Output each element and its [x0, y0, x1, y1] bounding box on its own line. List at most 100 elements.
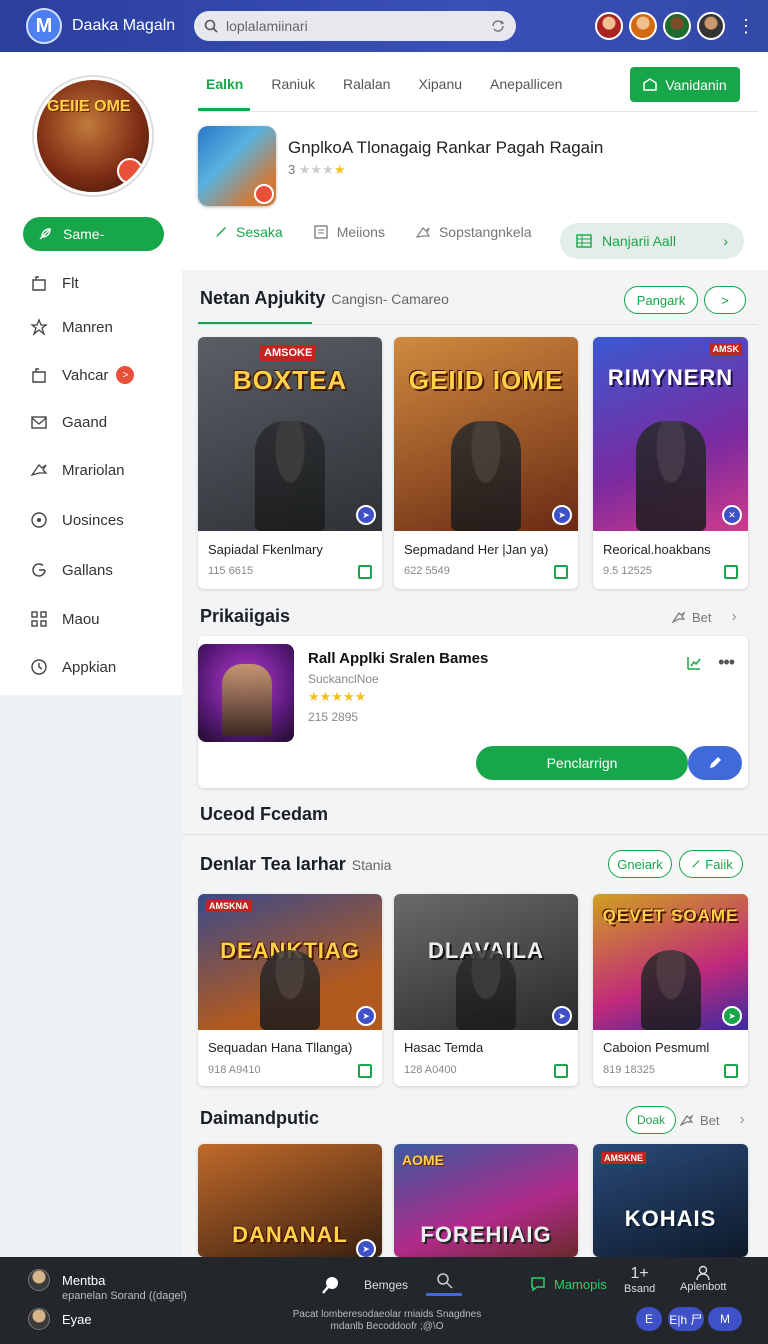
sidebar-item-gaand[interactable]: Gaand: [0, 407, 182, 437]
app-header: Ealkn Raniuk Ralalan Xipanu Anepallicen …: [182, 52, 768, 270]
refresh-icon[interactable]: [490, 19, 506, 33]
see-more-link[interactable]: Bet ›: [672, 608, 737, 626]
section-filter-button[interactable]: Doak: [626, 1106, 676, 1134]
primary-action-button[interactable]: Penclarrign: [476, 746, 688, 780]
search-icon[interactable]: [436, 1272, 454, 1295]
close-icon[interactable]: ✕: [722, 505, 742, 525]
game-title: Sapiadal Fkenlmary: [208, 542, 323, 557]
divider: [182, 834, 768, 835]
install-button[interactable]: Vanidanin: [630, 67, 740, 102]
tab-ralalan[interactable]: Ralalan: [343, 76, 390, 92]
game-card[interactable]: AMSOKE BOXTEA ➤ Sapiadal Fkenlmary 115 6…: [198, 337, 382, 589]
user-subtitle: epanelan Sorand ((dagel): [62, 1290, 187, 1302]
subtab-sesaka[interactable]: Sesaka: [212, 224, 283, 240]
bag-icon: [32, 276, 46, 291]
top-bar: M Daaka Magaln loplalamiinari ⋮: [0, 0, 768, 52]
sidebar-item-vahcar[interactable]: Vahcar >: [0, 360, 182, 390]
stats-icon[interactable]: [686, 655, 702, 671]
profile-avatar[interactable]: GEIIE OME: [34, 77, 152, 195]
tab-xipanu[interactable]: Xipanu: [418, 76, 462, 92]
bookmark-icon[interactable]: [358, 1064, 372, 1078]
bookmark-icon[interactable]: [724, 1064, 738, 1078]
view-all-pill[interactable]: Nanjarii Aall ›: [560, 223, 744, 259]
game-stat: 918 A9410: [208, 1064, 261, 1076]
game-card[interactable]: QEVET SOAME ➤ Caboion Pesmuml 819 18325: [593, 894, 748, 1086]
nav-item-aplenbott[interactable]: Aplenbott: [680, 1265, 726, 1293]
bag-icon: [32, 368, 46, 383]
more-icon[interactable]: ⋮: [737, 16, 755, 37]
avatar[interactable]: [629, 12, 657, 40]
play-icon[interactable]: ➤: [356, 1239, 376, 1257]
game-card[interactable]: DLAVAILA ➤ Hasac Temda 128 A0400: [394, 894, 578, 1086]
user-row[interactable]: Eyae: [28, 1308, 92, 1330]
footer-button-c[interactable]: M: [708, 1307, 742, 1331]
sidebar-item-uosinces[interactable]: Uosinces: [0, 505, 182, 535]
nav-item-mamopis[interactable]: Mamopis: [530, 1276, 607, 1292]
game-card[interactable]: AOME FOREHIAIG: [394, 1144, 578, 1257]
bookmark-icon[interactable]: [358, 565, 372, 579]
edit-button[interactable]: [688, 746, 742, 780]
game-art-badge: AOME: [402, 1152, 444, 1168]
nav-item-bsand[interactable]: 1+ Bsand: [624, 1265, 655, 1295]
section-action-button[interactable]: Faiik: [679, 850, 743, 878]
section-filter-button[interactable]: Gneiark: [608, 850, 672, 878]
game-art-badge: AMSK: [709, 343, 742, 355]
featured-art: [198, 644, 294, 742]
app-logo[interactable]: M: [26, 8, 62, 44]
game-art-title: KOHAIS: [624, 1206, 717, 1231]
refresh-icon: [32, 563, 46, 577]
sidebar-item-mrariolan[interactable]: Mrariolan: [0, 455, 182, 485]
search-input[interactable]: loplalamiinari: [226, 18, 490, 34]
mail-icon: [31, 416, 47, 429]
sidebar-item-appkian[interactable]: Appkian: [0, 652, 182, 682]
avatar[interactable]: [697, 12, 725, 40]
footer-button-b[interactable]: E|h 尸: [668, 1307, 704, 1331]
nav-item-bemges[interactable]: Bemges: [320, 1274, 408, 1296]
soldier-figure: [635, 421, 706, 531]
play-icon[interactable]: ➤: [552, 505, 572, 525]
game-art-title: QEVET SOAME: [602, 906, 739, 925]
subtab-sopstangnkela[interactable]: Sopstangnkela: [415, 224, 532, 240]
bookmark-icon[interactable]: [554, 565, 568, 579]
sidebar-item-maou[interactable]: Maou: [0, 604, 182, 634]
game-card[interactable]: AMSK RIMYNERN ✕ Reorical.hoakbans 9.5 12…: [593, 337, 748, 589]
bookmark-icon[interactable]: [554, 1064, 568, 1078]
game-stat: 115 6615: [208, 565, 254, 577]
section-subtitle: Stania: [351, 857, 392, 873]
game-card[interactable]: AMSKNA DEANKTIAG ➤ Sequadan Hana Tllanga…: [198, 894, 382, 1086]
game-art-badge: AMSKNA: [206, 900, 252, 912]
game-art: DANANAL: [198, 1144, 382, 1257]
see-more-link[interactable]: Bet ›: [680, 1111, 745, 1129]
game-art: AOME FOREHIAIG: [394, 1144, 578, 1257]
game-card[interactable]: GEIID IOME ➤ Sepmadand Her |Jan ya) 622 …: [394, 337, 578, 589]
play-icon[interactable]: ➤: [722, 1006, 742, 1026]
play-icon[interactable]: ➤: [356, 505, 376, 525]
section-action-label: Faiik: [705, 856, 733, 872]
tab-ealkn[interactable]: Ealkn: [206, 76, 243, 92]
user-row[interactable]: Mentba: [28, 1269, 105, 1291]
sidebar-item-gallans[interactable]: Gallans: [0, 555, 182, 585]
game-card[interactable]: DANANAL ➤: [198, 1144, 382, 1257]
search-bar[interactable]: loplalamiinari: [194, 11, 516, 41]
more-icon[interactable]: •••: [718, 652, 735, 673]
sidebar-item-manren[interactable]: Manren: [0, 312, 182, 342]
tab-anepallicen[interactable]: Anepallicen: [490, 76, 562, 92]
play-icon[interactable]: ➤: [356, 1006, 376, 1026]
section-next-button[interactable]: >: [704, 286, 746, 314]
footer-button-a[interactable]: E: [636, 1307, 662, 1331]
play-icon[interactable]: ➤: [552, 1006, 572, 1026]
tab-raniuk[interactable]: Raniuk: [271, 76, 315, 92]
subtab-meiions[interactable]: Meiions: [313, 224, 385, 240]
section-title: Denlar Tea larhar Stania: [200, 854, 391, 875]
store-icon: [643, 77, 658, 91]
featured-card[interactable]: Rall Applki Sralen Bames SuckanclNoe ★★★…: [198, 636, 748, 788]
section-filter-button[interactable]: Pangark: [624, 286, 698, 314]
bookmark-icon[interactable]: [724, 565, 738, 579]
avatar[interactable]: [663, 12, 691, 40]
avatar[interactable]: [595, 12, 623, 40]
sidebar-item-selected[interactable]: Same-: [23, 217, 164, 251]
sidebar-item-flt[interactable]: Flt: [0, 268, 182, 298]
divider: [198, 324, 758, 325]
game-card[interactable]: AMSKNE KOHAIS: [593, 1144, 748, 1257]
profile-art-text: GEIIE OME: [47, 98, 131, 115]
